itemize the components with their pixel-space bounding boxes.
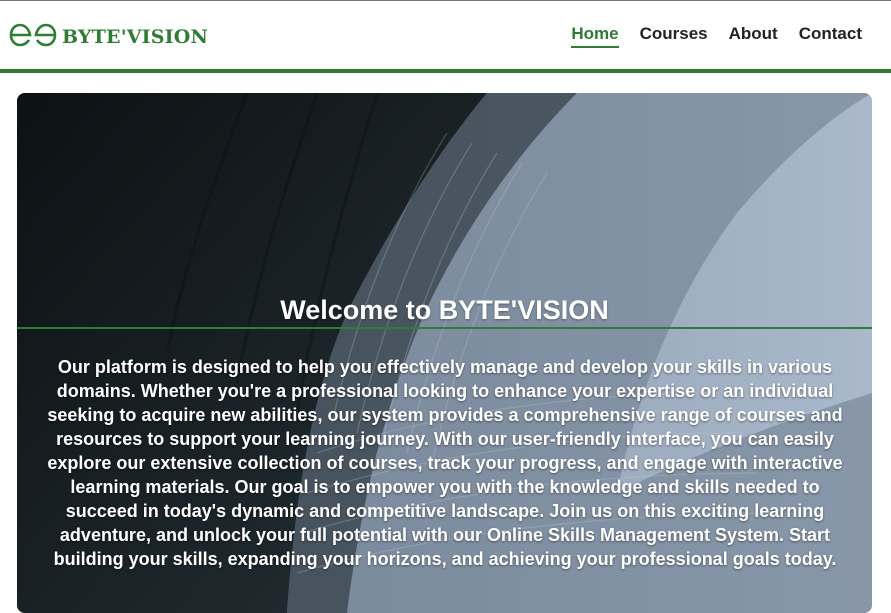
main-nav: Home Courses About Contact xyxy=(550,24,862,48)
hero-title: Welcome to BYTE'VISION xyxy=(280,295,609,325)
nav-link-about[interactable]: About xyxy=(729,24,778,48)
header-accent-bar xyxy=(0,69,891,73)
site-logo[interactable]: BYTE'VISION xyxy=(8,20,208,50)
hero-description: Our platform is designed to help you eff… xyxy=(47,357,843,569)
brand-name: BYTE'VISION xyxy=(62,25,209,48)
hero-divider xyxy=(17,327,872,329)
site-header: BYTE'VISION Home Courses About Contact xyxy=(0,1,891,69)
gg-logo-icon xyxy=(9,23,57,47)
nav-link-courses[interactable]: Courses xyxy=(640,24,708,48)
hero-section: Welcome to BYTE'VISION Our platform is d… xyxy=(17,93,872,613)
nav-link-home[interactable]: Home xyxy=(571,24,619,48)
nav-link-contact[interactable]: Contact xyxy=(799,24,862,48)
